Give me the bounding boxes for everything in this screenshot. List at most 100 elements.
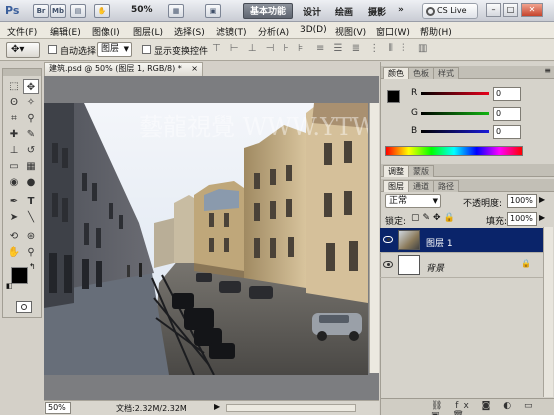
lock-buttons[interactable]: ▢✎✥🔒 (411, 213, 458, 223)
healing-brush-icon[interactable]: ✚ (6, 127, 22, 142)
tab-adjustments[interactable]: 调整 (383, 165, 409, 177)
panel-menu-icon[interactable]: ≡ (544, 66, 551, 75)
more-workspaces-button[interactable]: » (398, 5, 404, 15)
swap-colors-icon[interactable]: ↰ (29, 262, 36, 271)
menu-view[interactable]: 视图(V) (333, 24, 368, 39)
menu-window[interactable]: 窗口(W) (374, 24, 412, 39)
extras-icon[interactable]: ▤ (70, 4, 86, 18)
opacity-arrow-icon[interactable]: ▶ (539, 195, 545, 204)
align-buttons[interactable]: ⊤ ⊢ ⊥ ⊣ ⊦ ⊧ (212, 43, 308, 57)
menu-layer[interactable]: 图层(L) (131, 24, 165, 39)
zoom-level[interactable]: 50% (131, 5, 153, 15)
menu-select[interactable]: 选择(S) (172, 24, 207, 39)
layer-row-layer1[interactable]: 图层 1 (380, 228, 543, 253)
horizontal-scrollbar[interactable] (226, 404, 356, 412)
tab-paths[interactable]: 路径 (433, 180, 459, 192)
distribute-buttons[interactable]: ≡ ☰ ≣ ⋮ ⦀ ⫶ (316, 43, 411, 57)
tab-styles[interactable]: 样式 (433, 67, 459, 79)
tab-color[interactable]: 颜色 (383, 67, 409, 79)
cs-live-button[interactable]: CS Live (422, 3, 478, 19)
slider-b[interactable] (421, 130, 489, 133)
menu-3d[interactable]: 3D(D) (298, 24, 329, 36)
fg-color-chip[interactable] (387, 90, 400, 103)
hand-icon[interactable]: ✋ (6, 245, 22, 260)
eyedropper-icon[interactable]: ⚲ (23, 111, 39, 126)
application-bar: Ps Br Mb ▤ ✋ 50% ▦ ▣ 基本功能 设计 绘画 摄影 » CS … (0, 0, 554, 22)
hand-tool-icon[interactable]: ✋ (94, 4, 110, 18)
layer-row-background[interactable]: 背景 🔒 (380, 253, 543, 278)
input-b[interactable]: 0 (493, 125, 521, 139)
document-tab[interactable]: 建筑.psd @ 50% (图层 1, RGB/8) * × (44, 62, 203, 76)
line-shape-icon[interactable]: ╲ (23, 210, 39, 225)
3d-orbit-icon[interactable]: ⊛ (23, 229, 39, 244)
maximize-button[interactable]: □ (503, 3, 518, 17)
arrange-documents-icon[interactable]: ▦ (168, 4, 184, 18)
zoom-icon[interactable]: ⚲ (23, 245, 39, 260)
input-g[interactable]: 0 (493, 107, 521, 121)
menu-image[interactable]: 图像(I) (90, 24, 122, 39)
auto-select-checkbox[interactable] (48, 45, 57, 54)
blur-icon[interactable]: ◉ (6, 175, 22, 190)
minimize-button[interactable]: – (486, 3, 501, 17)
foreground-color-swatch[interactable] (11, 267, 28, 284)
dodge-icon[interactable]: ● (23, 175, 39, 190)
pen-icon[interactable]: ✒ (6, 194, 22, 209)
brush-icon[interactable]: ✎ (23, 127, 39, 142)
eraser-icon[interactable]: ▭ (6, 159, 22, 174)
auto-select-dropdown[interactable]: 图层 ▼ (97, 42, 132, 57)
layer-action-buttons[interactable]: ⛓ fx ◙ ◐ ▭ ▣ 🗑 (431, 401, 554, 415)
fill-arrow-icon[interactable]: ▶ (539, 213, 545, 222)
status-menu-arrow-icon[interactable]: ▶ (214, 402, 220, 411)
vertical-scrollbar[interactable] (369, 103, 379, 373)
history-brush-icon[interactable]: ↺ (23, 143, 39, 158)
3d-rotate-icon[interactable]: ⟲ (6, 229, 22, 244)
document-image[interactable]: 藝龍視覺 WWW.YTWLW.NET (44, 103, 368, 375)
workspace-painting-button[interactable]: 绘画 (335, 5, 353, 18)
blend-mode-dropdown[interactable]: 正常 ▼ (385, 194, 441, 208)
mini-bridge-icon[interactable]: Mb (50, 4, 66, 18)
layer-name[interactable]: 背景 (426, 261, 444, 274)
show-transform-checkbox[interactable] (142, 45, 151, 54)
menu-analysis[interactable]: 分析(A) (256, 24, 291, 39)
magic-wand-icon[interactable]: ✧ (23, 95, 39, 110)
close-document-button[interactable]: × (191, 63, 198, 75)
type-icon[interactable]: T (23, 194, 39, 209)
slider-r[interactable] (421, 92, 489, 95)
screen-mode-icon[interactable]: ▣ (205, 4, 221, 18)
menu-file[interactable]: 文件(F) (5, 24, 39, 39)
menu-filter[interactable]: 滤镜(T) (214, 24, 249, 39)
tab-masks[interactable]: 蒙版 (408, 165, 434, 177)
eye-icon[interactable] (383, 261, 393, 268)
close-window-button[interactable]: ✕ (521, 3, 543, 17)
move-tool-icon[interactable]: ✥ (23, 79, 39, 94)
eye-icon[interactable] (383, 236, 393, 243)
tab-layers[interactable]: 图层 (383, 180, 409, 192)
workspace-essentials-button[interactable]: 基本功能 (243, 3, 293, 19)
layers-scrollbar[interactable] (543, 227, 553, 397)
slider-g[interactable] (421, 112, 489, 115)
rectangular-marquee-icon[interactable]: ⬚ (6, 79, 22, 94)
lasso-icon[interactable]: ʘ (6, 95, 22, 110)
workspace-design-button[interactable]: 设计 (303, 5, 321, 18)
auto-align-icon[interactable]: ▥ (418, 43, 438, 57)
tab-channels[interactable]: 通道 (408, 180, 434, 192)
default-colors-icon[interactable]: ◧ (6, 282, 13, 290)
tools-panel-header[interactable] (3, 69, 41, 76)
color-ramp[interactable] (385, 146, 523, 156)
tool-preset-picker[interactable]: ✥▾ (6, 42, 40, 58)
clone-stamp-icon[interactable]: ⊥ (6, 143, 22, 158)
quick-mask-icon[interactable] (16, 301, 32, 313)
crop-icon[interactable]: ⌗ (6, 111, 22, 126)
tab-swatches[interactable]: 色板 (408, 67, 434, 79)
input-r[interactable]: 0 (493, 87, 521, 101)
gradient-icon[interactable]: ▦ (23, 159, 39, 174)
fill-input[interactable]: 100% (507, 212, 537, 226)
workspace-photography-button[interactable]: 摄影 (368, 5, 386, 18)
layer-name[interactable]: 图层 1 (426, 236, 453, 249)
menu-edit[interactable]: 编辑(E) (48, 24, 83, 39)
bridge-icon[interactable]: Br (33, 4, 49, 18)
path-selection-icon[interactable]: ➤ (6, 210, 22, 225)
menu-help[interactable]: 帮助(H) (418, 24, 454, 39)
zoom-field[interactable]: 50% (45, 402, 71, 414)
opacity-input[interactable]: 100% (507, 194, 537, 208)
